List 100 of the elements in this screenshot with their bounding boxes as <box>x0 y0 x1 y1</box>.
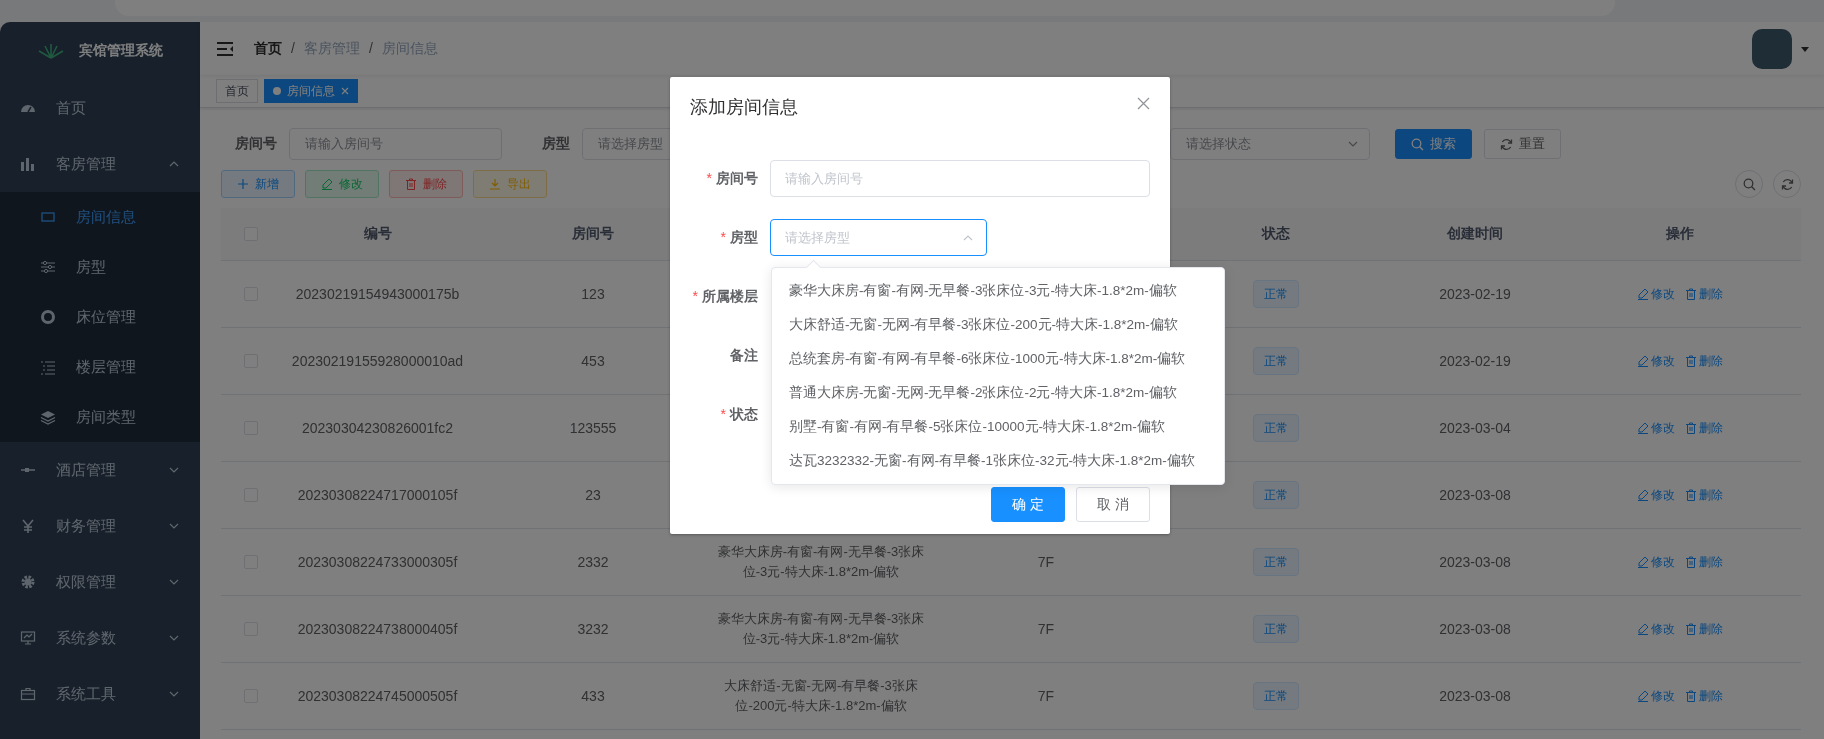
form-label: * 房型 <box>719 228 759 247</box>
status-tag: 正常 <box>1253 481 1299 509</box>
edit-link[interactable]: 修改 <box>1637 553 1675 571</box>
refresh-icon <box>1500 137 1513 151</box>
search-button[interactable]: 搜索 <box>1395 129 1472 159</box>
submenu-item[interactable]: 房间类型 <box>0 392 200 442</box>
cancel-button[interactable]: 取 消 <box>1076 487 1150 522</box>
dropdown-option[interactable]: 别墅-有窗-有网-有早餐-5张床位-10000元-特大床-1.8*2m-偏软 <box>772 410 1224 444</box>
filter-label: 房型 <box>541 135 571 153</box>
table-cell: 2023-03-08 <box>1439 554 1511 570</box>
table-cell: 7F <box>1037 554 1055 570</box>
delete-link[interactable]: 删除 <box>1685 553 1723 571</box>
rectangle-icon <box>40 209 56 225</box>
table-cell: 2023-03-08 <box>1439 621 1511 637</box>
form-label: 备注 <box>729 346 759 365</box>
edit-link[interactable]: 修改 <box>1637 419 1675 437</box>
refresh-button[interactable] <box>1773 170 1801 198</box>
dropdown-option[interactable]: 大床舒适-无窗-无网-有早餐-3张床位-200元-特大床-1.8*2m-偏软 <box>772 308 1224 342</box>
table-cell: 2023-03-08 <box>1439 688 1511 704</box>
delete-link[interactable]: 删除 <box>1685 419 1723 437</box>
dropdown-option[interactable]: 总统套房-有窗-有网-有早餐-6张床位-1000元-特大床-1.8*2m-偏软 <box>772 342 1224 376</box>
dropdown-option[interactable]: 豪华大床房-有窗-有网-无早餐-3张床位-3元-特大床-1.8*2m-偏软 <box>772 274 1224 308</box>
pencil-icon <box>1637 623 1649 635</box>
table-cell: 20230304230826001fc2 <box>301 420 453 436</box>
page-tab[interactable]: 首页 <box>216 79 258 103</box>
table-cell: 20230219155928000010ad <box>291 353 464 369</box>
dot-icon <box>273 87 281 95</box>
table-cell: 123 <box>581 286 605 302</box>
menu-item[interactable]: 财务管理 <box>0 498 200 554</box>
search-icon <box>1411 137 1424 151</box>
table-cell: 20230308224733000305f <box>297 554 458 570</box>
export-button[interactable]: 导出 <box>473 170 547 198</box>
trash-icon <box>1685 288 1697 300</box>
app-title: 宾馆管理系统 <box>79 42 163 60</box>
edit-link[interactable]: 修改 <box>1637 620 1675 638</box>
breadcrumb-item[interactable]: 首页 <box>254 39 282 58</box>
menu-item[interactable]: 首页 <box>0 80 200 136</box>
select-field[interactable]: 请选择房型 <box>770 219 987 256</box>
plus-icon <box>237 178 249 190</box>
avatar-photo-placeholder[interactable] <box>1752 28 1792 69</box>
dropdown-option[interactable]: 普通大床房-无窗-无网-无早餐-2张床位-2元-特大床-1.8*2m-偏软 <box>772 376 1224 410</box>
status-tag: 正常 <box>1253 414 1299 442</box>
pencil-icon <box>1637 489 1649 501</box>
menu-icon[interactable] <box>216 40 234 57</box>
menu-item[interactable]: 系统工具 <box>0 666 200 722</box>
close-button[interactable] <box>1137 97 1150 110</box>
close-icon[interactable] <box>341 87 349 95</box>
submenu-item[interactable]: 房间信息 <box>0 192 200 242</box>
menu-item[interactable]: 酒店管理 <box>0 442 200 498</box>
table-cell: 453 <box>581 353 605 369</box>
delete-link[interactable]: 删除 <box>1685 486 1723 504</box>
edit-link[interactable]: 修改 <box>1637 352 1675 370</box>
breadcrumb-separator: / <box>291 39 295 58</box>
confirm-button[interactable]: 确 定 <box>991 487 1065 522</box>
trash-icon <box>1685 489 1697 501</box>
table-cell: 20230308224745000505f <box>297 688 458 704</box>
menu-item[interactable]: 客房管理 <box>0 136 200 192</box>
monitor-icon <box>20 630 36 646</box>
trash-icon <box>1685 623 1697 635</box>
delete-link[interactable]: 删除 <box>1685 285 1723 303</box>
form-label: * 房间号 <box>705 169 759 188</box>
delete-link[interactable]: 删除 <box>1685 687 1723 705</box>
column-header: 房间号 <box>572 225 614 243</box>
table-cell-text: 大床舒适-无窗-无网-有早餐-3张床位-200元-特大床-1.8*2m-偏软 <box>723 677 919 715</box>
trash-icon <box>405 178 417 190</box>
pencil-icon <box>1637 288 1649 300</box>
refresh-icon <box>1780 177 1794 191</box>
filter-label: 房间号 <box>234 135 278 153</box>
trash-icon <box>1685 355 1697 367</box>
table-cell: 2332 <box>577 554 609 570</box>
dropdown-option[interactable]: 达瓦3232332-无窗-有网-有早餐-1张床位-32元-特大床-1.8*2m-偏软 <box>772 444 1224 478</box>
reset-button[interactable]: 重置 <box>1484 129 1561 159</box>
list-icon <box>40 359 56 375</box>
table-cell: 433 <box>581 688 605 704</box>
trash-icon <box>1685 690 1697 702</box>
delete-link[interactable]: 删除 <box>1685 352 1723 370</box>
table-cell-text: 豪华大床房-有窗-有网-无早餐-3张床位-3元-特大床-1.8*2m-偏软 <box>716 610 926 648</box>
edit-link[interactable]: 修改 <box>1637 687 1675 705</box>
edit-link[interactable]: 修改 <box>1637 486 1675 504</box>
delete-button[interactable]: 删除 <box>389 170 463 198</box>
breadcrumb-separator: / <box>368 39 373 58</box>
input-field[interactable]: 请输入房间号 <box>770 160 1150 197</box>
pencil-icon <box>1637 556 1649 568</box>
gear-icon <box>20 574 36 590</box>
submenu-item[interactable]: 床位管理 <box>0 292 200 342</box>
layers-icon <box>40 409 56 425</box>
submenu-item[interactable]: 楼层管理 <box>0 342 200 392</box>
menu-item[interactable]: 系统参数 <box>0 610 200 666</box>
table-cell: 2023-02-19 <box>1439 286 1511 302</box>
table-cell: 20230308224738000405f <box>297 621 458 637</box>
menu-item[interactable]: 权限管理 <box>0 554 200 610</box>
table-cell: 7F <box>1037 688 1055 704</box>
add-button[interactable]: 新增 <box>221 170 295 198</box>
submenu-item[interactable]: 房型 <box>0 242 200 292</box>
search-toggle-button[interactable] <box>1735 170 1763 198</box>
edit-button[interactable]: 修改 <box>305 170 379 198</box>
page-tab[interactable]: 房间信息 <box>264 79 358 103</box>
edit-link[interactable]: 修改 <box>1637 285 1675 303</box>
dialog-title: 添加房间信息 <box>690 96 798 119</box>
delete-link[interactable]: 删除 <box>1685 620 1723 638</box>
